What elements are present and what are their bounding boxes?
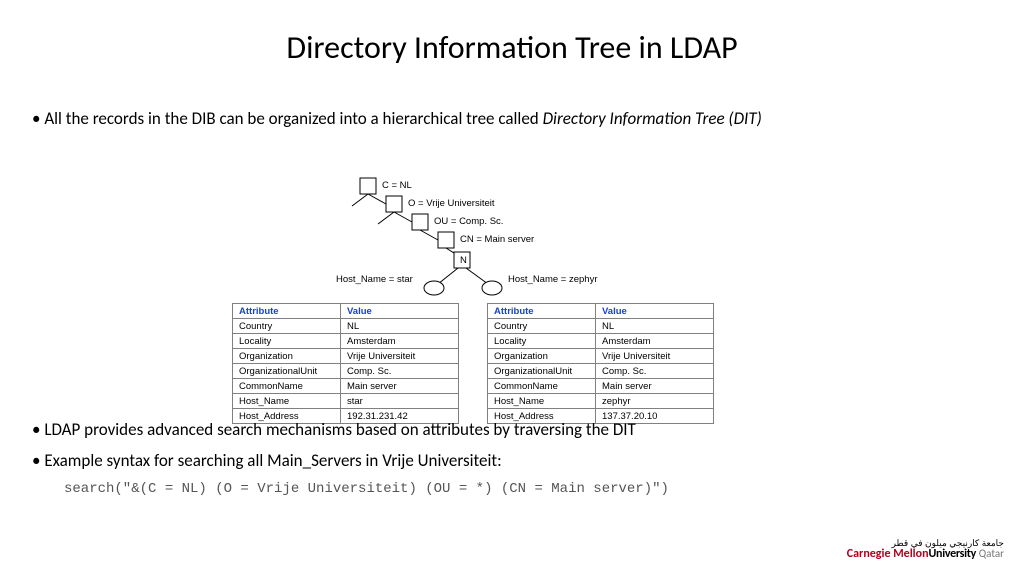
bullet-search: LDAP provides advanced search mechanisms… <box>32 418 980 443</box>
tree-c: C = NL <box>382 180 412 191</box>
table-row: Host_Namezephyr <box>488 394 714 409</box>
table-row: Host_Namestar <box>233 394 459 409</box>
logo-qatar: Qatar <box>979 547 1004 560</box>
cell-attribute: OrganizationalUnit <box>233 364 341 379</box>
table-row: OrganizationalUnitComp. Sc. <box>488 364 714 379</box>
table-row: CommonNameMain server <box>488 379 714 394</box>
table-row: CountryNL <box>488 319 714 334</box>
top-bullets: All the records in the DIB can be organi… <box>32 108 980 137</box>
tree-ou: OU = Comp. Sc. <box>434 216 503 227</box>
cell-attribute: Host_Name <box>233 394 341 409</box>
cell-attribute: CommonName <box>488 379 596 394</box>
cell-attribute: Country <box>233 319 341 334</box>
cell-attribute: Locality <box>488 334 596 349</box>
cell-attribute: Organization <box>233 349 341 364</box>
bullet-dit: All the records in the DIB can be organi… <box>32 108 980 131</box>
tree-o: O = Vrije Universiteit <box>408 198 495 209</box>
table-header-row: Attribute Value <box>488 304 714 319</box>
search-syntax-code: search("&(C = NL) (O = Vrije Universitei… <box>64 479 980 499</box>
bullet-dit-lead: All the records in the DIB can be organi… <box>44 108 542 129</box>
tree-host-r: Host_Name = zephyr <box>508 274 598 285</box>
cell-value: Comp. Sc. <box>596 364 714 379</box>
cell-value: Vrije Universiteit <box>596 349 714 364</box>
cell-attribute: Locality <box>233 334 341 349</box>
table-row: CountryNL <box>233 319 459 334</box>
cell-value: star <box>341 394 459 409</box>
tree-n: N <box>460 255 467 266</box>
table-row: OrganizationVrije Universiteit <box>488 349 714 364</box>
cell-attribute: Country <box>488 319 596 334</box>
col-value: Value <box>341 304 459 319</box>
cell-attribute: Organization <box>488 349 596 364</box>
cell-value: Comp. Sc. <box>341 364 459 379</box>
cell-attribute: Host_Name <box>488 394 596 409</box>
table-row: LocalityAmsterdam <box>488 334 714 349</box>
cmu-qatar-logo: جامعة كارنيجي ميلون في قطر Carnegie Mell… <box>847 539 1004 560</box>
bullet-example: Example syntax for searching all Main_Se… <box>32 449 980 474</box>
cell-attribute: OrganizationalUnit <box>488 364 596 379</box>
table-row: LocalityAmsterdam <box>233 334 459 349</box>
cell-value: NL <box>341 319 459 334</box>
bullet-dit-emph: Directory Information Tree (DIT) <box>543 108 762 129</box>
cell-value: Amsterdam <box>341 334 459 349</box>
bottom-bullets: LDAP provides advanced search mechanisms… <box>32 418 980 500</box>
table-row: CommonNameMain server <box>233 379 459 394</box>
cell-value: Vrije Universiteit <box>341 349 459 364</box>
tree-host-l: Host_Name = star <box>336 274 413 285</box>
tree-cn: CN = Main server <box>460 234 534 245</box>
cell-value: Amsterdam <box>596 334 714 349</box>
table-row: OrganizationVrije Universiteit <box>233 349 459 364</box>
attribute-table-right: Attribute Value CountryNLLocalityAmsterd… <box>487 303 714 424</box>
page-title: Directory Information Tree in LDAP <box>0 28 1024 67</box>
cell-value: NL <box>596 319 714 334</box>
table-header-row: Attribute Value <box>233 304 459 319</box>
table-row: OrganizationalUnitComp. Sc. <box>233 364 459 379</box>
cell-attribute: CommonName <box>233 379 341 394</box>
cell-value: zephyr <box>596 394 714 409</box>
logo-university: University <box>929 547 977 561</box>
col-value: Value <box>596 304 714 319</box>
attribute-table-left: Attribute Value CountryNLLocalityAmsterd… <box>232 303 459 424</box>
logo-carnegie-mellon: Carnegie Mellon <box>847 547 929 561</box>
cell-value: Main server <box>596 379 714 394</box>
attribute-tables: Attribute Value CountryNLLocalityAmsterd… <box>232 303 714 424</box>
col-attribute: Attribute <box>488 304 596 319</box>
cell-value: Main server <box>341 379 459 394</box>
col-attribute: Attribute <box>233 304 341 319</box>
